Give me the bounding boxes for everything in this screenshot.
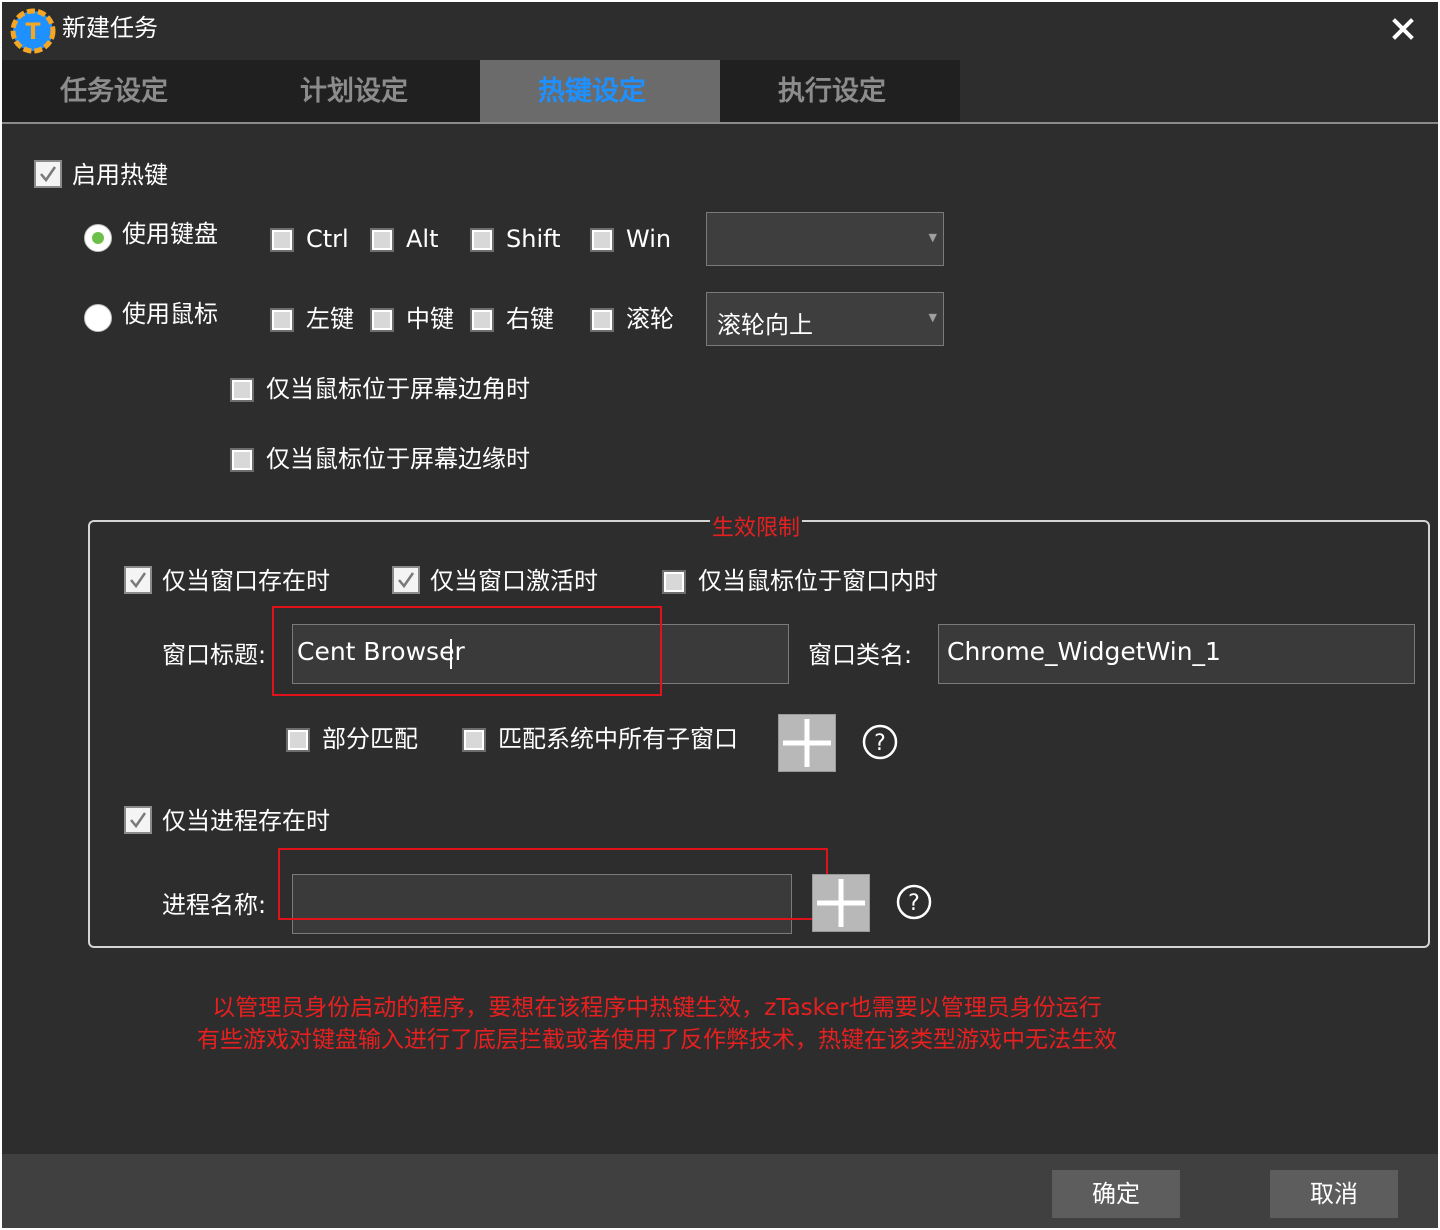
window-active-label: 仅当窗口激活时 xyxy=(430,567,598,595)
alt-label: Alt xyxy=(406,225,439,253)
chevron-down-icon: ▼ xyxy=(928,231,937,244)
window-class-value: Chrome_WidgetWin_1 xyxy=(947,637,1221,666)
tab-label: 计划设定 xyxy=(300,76,408,107)
partial-match-label: 部分匹配 xyxy=(322,725,418,753)
left-button-label: 左键 xyxy=(306,305,354,333)
ok-button[interactable]: 确定 xyxy=(1052,1170,1180,1218)
right-button-label: 右键 xyxy=(506,305,554,333)
window-exists-label: 仅当窗口存在时 xyxy=(162,567,330,595)
process-exists-label: 仅当进程存在时 xyxy=(162,807,330,835)
help-icon[interactable]: ? xyxy=(862,724,898,760)
help-icon[interactable]: ? xyxy=(896,884,932,920)
highlight-box-window-title xyxy=(272,606,662,696)
process-picker-button[interactable] xyxy=(812,874,870,932)
limits-legend: 生效限制 xyxy=(710,514,803,544)
window-class-label: 窗口类名: xyxy=(808,641,913,669)
window-active-checkbox[interactable] xyxy=(392,566,420,594)
enable-hotkey-label: 启用热键 xyxy=(72,161,168,189)
admin-note: 以管理员身份启动的程序，要想在该程序中热键生效，zTasker也需要以管理员身份… xyxy=(212,995,1102,1021)
alt-checkbox[interactable] xyxy=(370,228,394,252)
ctrl-checkbox[interactable] xyxy=(270,228,294,252)
mouse-in-window-label: 仅当鼠标位于窗口内时 xyxy=(698,567,938,595)
partial-match-checkbox[interactable] xyxy=(286,728,310,752)
win-checkbox[interactable] xyxy=(590,228,614,252)
screen-corner-label: 仅当鼠标位于屏幕边角时 xyxy=(266,375,530,403)
process-exists-checkbox[interactable] xyxy=(124,806,152,834)
mouse-in-window-checkbox[interactable] xyxy=(662,570,686,594)
window-title-label: 窗口标题: xyxy=(162,641,267,669)
svg-text:?: ? xyxy=(874,731,886,756)
check-icon xyxy=(398,572,415,589)
tab-label: 执行设定 xyxy=(778,76,886,107)
win-label: Win xyxy=(626,225,672,253)
wheel-label: 滚轮 xyxy=(626,305,674,333)
enable-hotkey-checkbox[interactable] xyxy=(34,160,62,188)
svg-text:?: ? xyxy=(908,891,920,916)
app-logo-icon: T xyxy=(10,8,56,54)
tab-exec-settings[interactable]: 执行设定 xyxy=(720,60,960,122)
ctrl-label: Ctrl xyxy=(306,225,349,253)
shift-label: Shift xyxy=(506,225,561,253)
tab-divider xyxy=(2,122,1438,124)
use-mouse-label: 使用鼠标 xyxy=(122,300,218,328)
dialog-window: T 新建任务 任务设定 计划设定 热键设定 执行设定 启用热键 使用键盘 Ctr… xyxy=(2,2,1438,1228)
match-child-checkbox[interactable] xyxy=(462,728,486,752)
check-icon xyxy=(130,572,147,589)
highlight-box-process-name xyxy=(278,848,828,920)
svg-text:T: T xyxy=(25,20,40,45)
footer-bar: 确定 取消 xyxy=(2,1154,1438,1228)
screen-edge-label: 仅当鼠标位于屏幕边缘时 xyxy=(266,445,530,473)
middle-button-checkbox[interactable] xyxy=(370,308,394,332)
window-title: 新建任务 xyxy=(62,14,158,42)
use-mouse-radio[interactable] xyxy=(84,304,112,332)
mouse-action-value: 滚轮向上 xyxy=(717,311,813,339)
tab-label: 热键设定 xyxy=(538,76,646,107)
game-note: 有些游戏对键盘输入进行了底层拦截或者使用了反作弊技术，热键在该类型游戏中无法生效 xyxy=(197,1027,1117,1053)
window-class-input[interactable]: Chrome_WidgetWin_1 xyxy=(938,624,1415,684)
right-button-checkbox[interactable] xyxy=(470,308,494,332)
close-icon[interactable] xyxy=(1388,14,1418,44)
crosshair-icon xyxy=(783,719,831,767)
tab-label: 任务设定 xyxy=(60,76,168,107)
use-keyboard-label: 使用键盘 xyxy=(122,220,218,248)
tab-hotkey-settings[interactable]: 热键设定 xyxy=(480,60,720,122)
title-bar: T 新建任务 xyxy=(2,2,1438,60)
tab-plan-settings[interactable]: 计划设定 xyxy=(242,60,482,122)
mouse-action-select[interactable]: 滚轮向上 ▼ xyxy=(706,292,944,346)
left-button-checkbox[interactable] xyxy=(270,308,294,332)
screen-corner-checkbox[interactable] xyxy=(230,378,254,402)
crosshair-icon xyxy=(817,879,865,927)
check-icon xyxy=(40,166,57,183)
use-keyboard-radio[interactable] xyxy=(84,224,112,252)
middle-button-label: 中键 xyxy=(406,305,454,333)
window-picker-button[interactable] xyxy=(778,714,836,772)
tab-task-settings[interactable]: 任务设定 xyxy=(2,60,242,122)
wheel-checkbox[interactable] xyxy=(590,308,614,332)
process-name-label: 进程名称: xyxy=(162,891,267,919)
cancel-button[interactable]: 取消 xyxy=(1270,1170,1398,1218)
tab-bar: 任务设定 计划设定 热键设定 执行设定 xyxy=(2,60,960,122)
check-icon xyxy=(130,812,147,829)
chevron-down-icon: ▼ xyxy=(928,311,937,324)
screen-edge-checkbox[interactable] xyxy=(230,448,254,472)
key-select[interactable]: ▼ xyxy=(706,212,944,266)
shift-checkbox[interactable] xyxy=(470,228,494,252)
match-child-label: 匹配系统中所有子窗口 xyxy=(498,725,738,753)
window-exists-checkbox[interactable] xyxy=(124,566,152,594)
